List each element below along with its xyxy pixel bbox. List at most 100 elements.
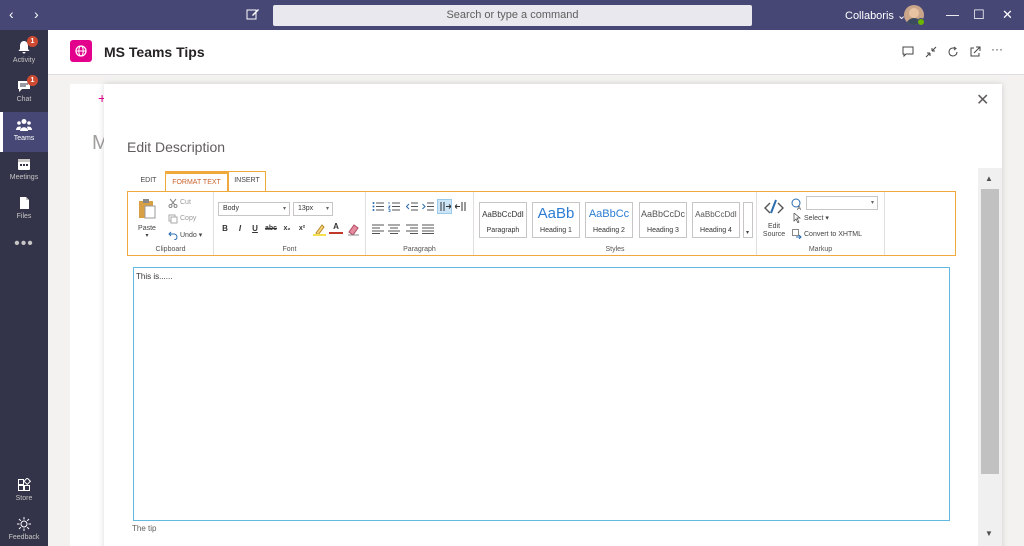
vertical-scrollbar[interactable]: ▲ ▼ [978, 168, 1002, 546]
styles-more-button[interactable]: ▾ [743, 202, 753, 238]
rail-label: Chat [16, 96, 32, 103]
font-family-select[interactable]: Body ▾ [218, 202, 290, 216]
style-heading-4[interactable]: AaBbCcDdI Heading 4 [692, 202, 740, 238]
markup-group: Edit Source A ▾ Select ▾ Convert to XHTM… [757, 192, 885, 255]
app-logo [70, 40, 92, 62]
convert-xhtml-button[interactable]: Convert to XHTML [804, 231, 862, 238]
rail-item-teams[interactable]: Teams [0, 112, 48, 152]
edit-description-dialog: ✕ Edit Description EDIT FORMAT TEXT INSE… [104, 84, 1002, 546]
tab-insert[interactable]: INSERT [228, 171, 266, 191]
increase-indent-icon[interactable] [422, 201, 434, 212]
cut-button[interactable]: Cut [180, 199, 191, 206]
clear-formatting-icon[interactable] [347, 223, 360, 236]
back-arrow-icon[interactable]: ‹ [9, 6, 14, 22]
close-window-icon[interactable]: ✕ [1002, 7, 1013, 23]
style-heading-3[interactable]: AaBbCcDc Heading 3 [639, 202, 687, 238]
close-icon[interactable]: ✕ [976, 90, 989, 110]
style-name: Heading 4 [700, 227, 732, 234]
ribbon: Paste ▾ Cut Copy Undo ▾ Clipboard Body ▾ … [127, 191, 956, 256]
italic-button[interactable]: I [233, 222, 247, 236]
styles-group-label: Styles [605, 246, 625, 253]
edit-source-icon [764, 199, 784, 214]
tab-format-text[interactable]: FORMAT TEXT [165, 171, 228, 191]
style-heading-2[interactable]: AaBbCc Heading 2 [585, 202, 633, 238]
strikethrough-button[interactable]: abc [263, 222, 279, 236]
forward-arrow-icon[interactable]: › [34, 6, 39, 22]
style-heading-1[interactable]: AaBb Heading 1 [532, 202, 580, 238]
search-input[interactable]: Search or type a command [273, 5, 752, 26]
copy-icon [168, 214, 178, 224]
presence-available-icon [917, 18, 925, 26]
superscript-button[interactable]: x² [295, 222, 309, 236]
numbered-list-icon[interactable] [388, 201, 400, 212]
bullet-list-icon[interactable] [372, 201, 384, 212]
cut-icon [168, 198, 178, 208]
compose-icon[interactable] [246, 7, 260, 21]
rail-label: Meetings [9, 174, 39, 181]
rail-label: Feedback [8, 534, 40, 541]
rail-item-meetings[interactable]: Meetings [0, 151, 48, 191]
style-paragraph[interactable]: AaBbCcDdI Paragraph [479, 202, 527, 238]
scrollbar-thumb[interactable] [981, 189, 999, 474]
maximize-icon[interactable]: ☐ [973, 7, 985, 23]
collapse-icon[interactable] [925, 46, 937, 58]
rail-item-activity[interactable]: Activity 1 [0, 34, 48, 74]
more-options-icon[interactable]: ··· [991, 42, 1003, 56]
minimize-icon[interactable]: — [946, 7, 959, 22]
align-right-icon[interactable] [406, 224, 418, 234]
style-name: Heading 3 [647, 227, 679, 234]
language-select[interactable]: ▾ [806, 196, 878, 210]
clipboard-group: Paste ▾ Cut Copy Undo ▾ Clipboard [128, 192, 214, 255]
language-icon[interactable]: A [791, 198, 803, 210]
style-name: Paragraph [486, 227, 520, 234]
undo-label: Undo [180, 232, 197, 239]
app-title: MS Teams Tips [104, 44, 205, 60]
decrease-indent-icon[interactable] [406, 201, 418, 212]
open-external-icon[interactable] [969, 46, 981, 58]
align-center-icon[interactable] [388, 224, 400, 234]
ltr-button[interactable] [437, 199, 452, 214]
underline-button[interactable]: U [248, 222, 262, 236]
bold-button[interactable]: B [218, 222, 232, 236]
rail-item-feedback[interactable]: Feedback [0, 511, 48, 546]
paragraph-group: Paragraph [366, 192, 474, 255]
select-button[interactable]: Select ▾ [804, 214, 829, 222]
rich-text-editor[interactable]: This is...... [133, 267, 950, 521]
store-icon [18, 478, 31, 491]
org-name: Collaboris [845, 10, 894, 22]
chat-badge: 1 [27, 75, 38, 86]
highlight-icon[interactable] [313, 223, 326, 236]
rail-item-chat[interactable]: Chat 1 [0, 73, 48, 113]
font-size-value: 13px [298, 205, 314, 212]
undo-caret-icon: ▾ [198, 232, 203, 239]
title-bar: ‹ › Search or type a command Collaboris … [0, 0, 1024, 30]
chevron-down-icon: ▾ [746, 230, 750, 236]
rail-item-store[interactable]: Store [0, 472, 48, 512]
refresh-icon[interactable] [947, 46, 959, 58]
undo-button[interactable]: Undo ▾ [180, 231, 202, 239]
activity-badge: 1 [27, 36, 38, 47]
style-sample: AaBbCcDdI [695, 210, 737, 219]
tab-edit[interactable]: EDIT [132, 171, 165, 191]
font-color-button[interactable]: A [329, 221, 343, 234]
right-to-left-icon[interactable] [455, 201, 467, 212]
justify-icon[interactable] [422, 224, 434, 234]
rail-item-files[interactable]: Files [0, 190, 48, 230]
align-left-icon[interactable] [372, 224, 384, 234]
paste-caret-icon: ▾ [145, 233, 149, 239]
edit-source-button[interactable]: Edit Source [761, 198, 787, 239]
app-rail: Activity 1 Chat 1 Teams Meetings Files •… [0, 30, 48, 546]
font-size-select[interactable]: 13px ▾ [293, 202, 333, 216]
copy-button[interactable]: Copy [180, 215, 196, 222]
select-caret-icon: ▾ [825, 215, 829, 222]
subscript-button[interactable]: x₂ [280, 222, 294, 236]
style-name: Heading 2 [593, 227, 625, 234]
font-group-label: Font [282, 246, 297, 253]
conversation-icon[interactable] [902, 46, 914, 58]
paste-button[interactable]: Paste ▾ [134, 198, 160, 239]
scroll-down-icon[interactable]: ▼ [985, 529, 993, 538]
scroll-up-icon[interactable]: ▲ [985, 174, 993, 183]
font-family-value: Body [223, 205, 239, 212]
more-apps-icon[interactable]: ••• [0, 235, 48, 253]
org-switcher[interactable]: Collaboris ⌄ [845, 9, 906, 22]
